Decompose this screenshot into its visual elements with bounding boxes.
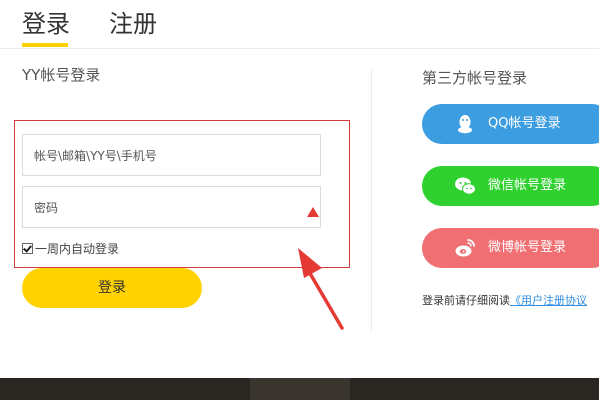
third-party-login-title: 第三方帐号登录 [422, 69, 528, 87]
login-button[interactable]: 登录 [22, 268, 202, 308]
weibo-login-button[interactable]: 微博帐号登录 [422, 228, 599, 268]
qq-login-button[interactable]: QQ帐号登录 [422, 104, 599, 144]
wechat-login-button[interactable]: 微信帐号登录 [422, 166, 599, 206]
weibo-icon [455, 239, 475, 257]
active-tab-indicator [22, 43, 68, 47]
qq-penguin-icon [458, 115, 472, 134]
agreement-prefix: 登录前请仔细阅读 [422, 294, 510, 307]
column-divider [371, 70, 372, 332]
user-agreement-link[interactable]: 《用户注册协议 [510, 294, 587, 307]
weibo-login-label: 微博帐号登录 [488, 240, 567, 255]
wechat-icon [455, 177, 476, 195]
login-tab-bar: 登录 注册 [0, 0, 599, 49]
wechat-login-label: 微信帐号登录 [488, 178, 567, 193]
annotation-arrow-icon [298, 248, 344, 330]
agreement-notice: 登录前请仔细阅读《用户注册协议 [422, 292, 587, 308]
qq-login-label: QQ帐号登录 [488, 116, 561, 131]
tab-register[interactable]: 注册 [109, 8, 157, 40]
yy-login-title: YY帐号登录 [22, 66, 101, 84]
tab-login[interactable]: 登录 [22, 8, 70, 40]
background-strip [0, 378, 599, 400]
background-shade [250, 378, 350, 400]
